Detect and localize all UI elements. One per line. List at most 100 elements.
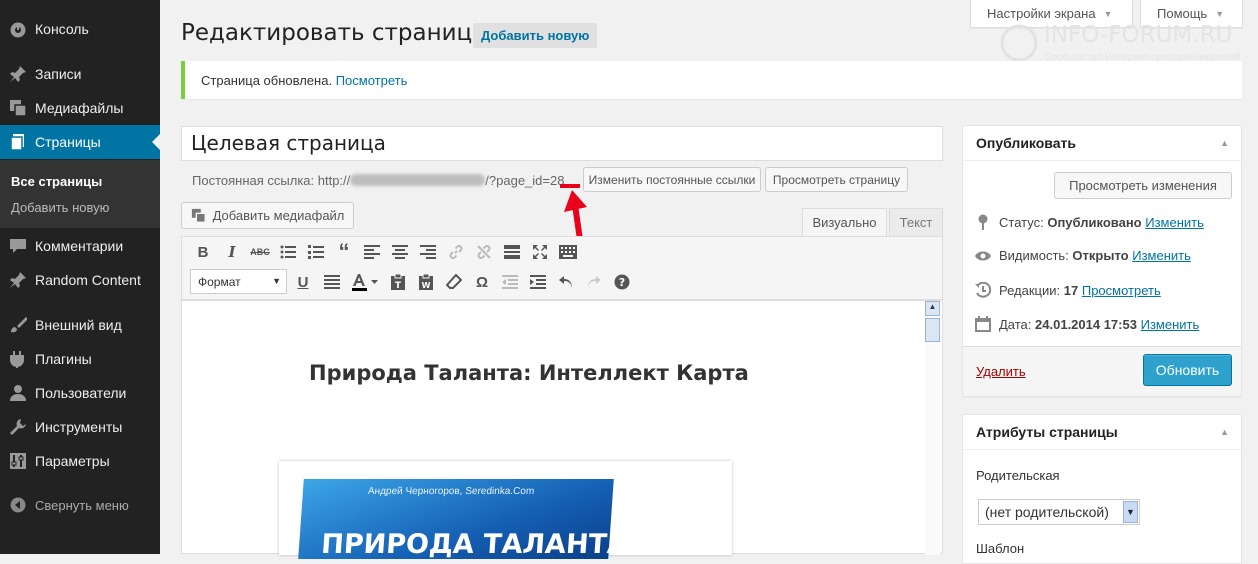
publish-box: Опубликовать ▲ Просмотреть изменения Стат… (962, 125, 1242, 397)
sidebar-item-label: Консоль (35, 21, 89, 37)
editor-content[interactable]: Природа Таланта: Интеллект Карта Андрей … (181, 300, 943, 560)
special-character-icon[interactable]: Ω (472, 272, 492, 292)
numbered-list-icon[interactable] (306, 242, 326, 262)
visibility-value: Открыто (1072, 248, 1129, 263)
notice-view-link[interactable]: Посмотреть (336, 73, 408, 88)
book-author: Андрей Черногоров, Seredinka.Com (367, 486, 535, 497)
add-new-button[interactable]: Добавить новую (473, 23, 598, 48)
date-edit-link[interactable]: Изменить (1141, 317, 1200, 332)
title-input[interactable]: Целевая страница (181, 126, 943, 161)
sidebar-item-tools[interactable]: Инструменты (0, 410, 160, 444)
outdent-icon[interactable] (500, 272, 520, 292)
sidebar-item-label: Плагины (35, 351, 92, 367)
unlink-icon[interactable] (474, 242, 494, 262)
sidebar-item-random-content[interactable]: Random Content (0, 263, 160, 297)
collapse-label: Свернуть меню (35, 497, 129, 513)
scroll-thumb[interactable] (925, 318, 940, 342)
justify-icon[interactable] (322, 272, 342, 292)
update-button[interactable]: Обновить (1143, 354, 1232, 386)
status-row: Статус: Опубликовано Изменить (974, 214, 1204, 230)
add-media-button[interactable]: Добавить медиафайл (181, 202, 354, 229)
sidebar-item-label: Записи (35, 66, 82, 82)
blockquote-icon[interactable]: “ (334, 239, 354, 264)
read-more-icon[interactable] (502, 242, 522, 262)
align-right-icon[interactable] (418, 242, 438, 262)
sidebar-item-label: Инструменты (35, 419, 123, 435)
attributes-box-header[interactable]: Атрибуты страницы ▲ (963, 415, 1241, 450)
align-center-icon[interactable] (390, 242, 410, 262)
link-icon[interactable] (446, 242, 466, 262)
caret-down-icon: ▼ (272, 276, 281, 286)
tab-visual[interactable]: Визуально (802, 208, 887, 236)
permalink-suffix[interactable]: /?page_id=28 (485, 173, 564, 188)
pin-icon (8, 64, 28, 84)
comment-icon (8, 236, 28, 256)
sidebar-item-settings[interactable]: Параметры (0, 444, 160, 478)
sidebar-item-label: Комментарии (35, 238, 124, 254)
fullscreen-icon[interactable] (530, 242, 550, 262)
help-icon[interactable]: ? (612, 272, 632, 292)
sidebar-item-users[interactable]: Пользователи (0, 376, 160, 410)
svg-text:W: W (422, 281, 431, 290)
paste-word-icon[interactable]: W (416, 272, 436, 292)
sidebar-item-appearance[interactable]: Внешний вид (0, 308, 160, 342)
revisions-row: Редакции: 17 Просмотреть (974, 282, 1161, 298)
sidebar-item-posts[interactable]: Записи (0, 57, 160, 91)
settings-icon (8, 451, 28, 471)
strikethrough-icon[interactable]: ABC (250, 242, 270, 262)
text-color-icon[interactable] (350, 272, 380, 292)
visibility-edit-link[interactable]: Изменить (1132, 248, 1191, 263)
format-select[interactable]: Формат ▼ (190, 269, 287, 294)
bulleted-list-icon[interactable] (278, 242, 298, 262)
content-image[interactable]: Андрей Черногоров, Seredinka.Com ПРИРОДА… (279, 461, 732, 560)
sidebar-item-media[interactable]: Медиафайлы (0, 91, 160, 125)
italic-icon[interactable]: I (222, 242, 242, 262)
pin-icon (8, 270, 28, 290)
sidebar-item-dashboard[interactable]: Консоль (0, 12, 160, 46)
delete-link[interactable]: Удалить (976, 364, 1026, 379)
undo-icon[interactable] (556, 272, 576, 292)
redo-icon[interactable] (584, 272, 604, 292)
status-label: Статус: (999, 214, 1044, 230)
publish-box-header[interactable]: Опубликовать ▲ (963, 126, 1241, 161)
editor-scrollbar[interactable]: ▲ (925, 301, 940, 555)
revisions-view-link[interactable]: Просмотреть (1082, 283, 1161, 298)
sidebar-item-pages[interactable]: Страницы (0, 125, 160, 159)
status-value: Опубликовано (1047, 214, 1142, 230)
submenu-add-new[interactable]: Добавить новую (11, 200, 109, 215)
collapse-menu-button[interactable]: Свернуть меню (0, 488, 160, 522)
align-left-icon[interactable] (362, 242, 382, 262)
attributes-title: Атрибуты страницы (976, 424, 1118, 440)
pin-map-icon (974, 214, 992, 230)
page-attributes-box: Атрибуты страницы ▲ Родительская (нет род… (962, 414, 1242, 564)
tab-text[interactable]: Текст (889, 208, 943, 236)
paste-text-icon[interactable]: T (388, 272, 408, 292)
parent-value: (нет родительской) (985, 504, 1109, 520)
scroll-up-icon[interactable]: ▲ (925, 301, 940, 316)
view-page-button[interactable]: Просмотреть страницу (765, 167, 908, 192)
clear-formatting-icon[interactable] (444, 272, 464, 292)
sidebar-item-plugins[interactable]: Плагины (0, 342, 160, 376)
sidebar-item-comments[interactable]: Комментарии (0, 229, 160, 263)
caret-down-icon: ▼ (1215, 8, 1225, 19)
sidebar-item-label: Медиафайлы (35, 100, 124, 116)
indent-icon[interactable] (528, 272, 548, 292)
caret-up-icon: ▲ (1220, 427, 1229, 437)
submenu-all-pages[interactable]: Все страницы (11, 174, 102, 189)
admin-sidebar: Консоль Записи Медиафайлы Страницы Все с… (0, 0, 160, 554)
status-edit-link[interactable]: Изменить (1145, 215, 1204, 230)
bold-icon[interactable]: B (193, 242, 213, 262)
help-label: Помощь (1157, 6, 1208, 21)
media-icon (8, 98, 28, 118)
content-heading: Природа Таланта: Интеллект Карта (309, 361, 749, 385)
parent-select[interactable]: (нет родительской) ▼ (978, 499, 1140, 525)
sidebar-item-label: Параметры (35, 453, 110, 469)
visibility-row: Видимость: Открыто Изменить (974, 248, 1191, 263)
format-value: Формат (198, 275, 241, 289)
watermark-logo-icon (1000, 24, 1038, 62)
date-row: Дата: 24.01.2014 17:53 Изменить (974, 316, 1199, 332)
underline-icon[interactable]: U (293, 272, 313, 292)
toolbar-toggle-icon[interactable] (558, 242, 578, 262)
preview-changes-button[interactable]: Просмотреть изменения (1054, 172, 1232, 199)
chevron-down-icon: ▼ (1123, 501, 1138, 523)
